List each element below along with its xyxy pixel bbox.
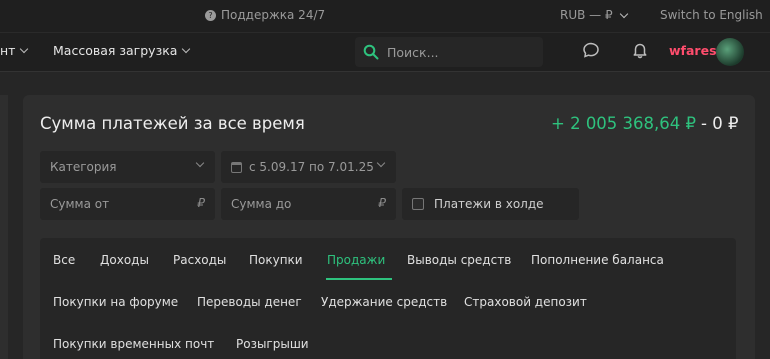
category-placeholder: Категория: [50, 160, 117, 174]
nav-item-partial-label: нт: [0, 43, 16, 58]
chevron-down-icon: [182, 44, 191, 54]
ruble-icon: ₽: [197, 196, 205, 210]
active-tab-indicator: [326, 278, 392, 280]
ruble-icon: ₽: [378, 196, 386, 210]
chevron-down-icon: [195, 158, 205, 168]
support-link[interactable]: ? Поддержка 24/7: [205, 8, 325, 22]
date-range-picker[interactable]: с 5.09.17 по 7.01.25: [221, 151, 396, 183]
support-label: Поддержка 24/7: [221, 8, 326, 22]
category-select[interactable]: Категория: [40, 151, 215, 183]
search-input[interactable]: [387, 44, 527, 60]
hold-label: Платежи в холде: [434, 197, 544, 211]
date-range-label: с 5.09.17 по 7.01.25: [249, 160, 374, 174]
tab-top-up[interactable]: Пополнение баланса: [531, 253, 664, 267]
chat-icon[interactable]: [582, 41, 600, 59]
tab-forum-purchases[interactable]: Покупки на форуме: [53, 295, 178, 309]
hold-checkbox[interactable]: [412, 198, 424, 210]
bell-icon[interactable]: [631, 41, 649, 59]
main-nav: нт Массовая загрузка wfares: [0, 32, 770, 72]
amount-to-field[interactable]: Сумма до ₽: [221, 188, 396, 220]
tab-income[interactable]: Доходы: [100, 253, 149, 267]
top-bar: ? Поддержка 24/7 RUB — ₽ Switch to Engli…: [0, 0, 770, 32]
transaction-tabs: Все Доходы Расходы Покупки Продажи Вывод…: [40, 238, 736, 359]
tab-all[interactable]: Все: [53, 253, 75, 267]
nav-item-bulk-upload-label: Массовая загрузка: [53, 43, 178, 58]
total-outgoing: - 0 ₽: [701, 114, 739, 133]
amount-from-field[interactable]: Сумма от ₽: [40, 188, 215, 220]
amount-from-placeholder: Сумма от: [50, 197, 110, 211]
chevron-down-icon: [376, 158, 386, 168]
hold-payments-toggle[interactable]: Платежи в холде: [402, 188, 579, 220]
tab-temp-mail-purchases[interactable]: Покупки временных почт: [53, 337, 214, 351]
username[interactable]: wfares: [669, 43, 717, 58]
support-icon: ?: [205, 9, 216, 21]
avatar[interactable]: [716, 38, 744, 66]
currency-label: RUB — ₽: [560, 8, 613, 22]
amount-to-placeholder: Сумма до: [231, 197, 292, 211]
calendar-icon: [231, 161, 242, 173]
left-panel-edge: [0, 95, 8, 359]
nav-item-bulk-upload[interactable]: Массовая загрузка: [53, 43, 191, 58]
tab-purchases[interactable]: Покупки: [249, 253, 303, 267]
nav-item-partial[interactable]: нт: [0, 43, 29, 58]
total-income: + 2 005 368,64 ₽: [551, 114, 697, 133]
chevron-down-icon: [619, 9, 628, 18]
tab-insurance-deposit[interactable]: Страховой депозит: [464, 295, 587, 309]
tab-transfers[interactable]: Переводы денег: [197, 295, 302, 309]
language-switch[interactable]: Switch to English: [660, 8, 763, 22]
search-icon: [363, 44, 379, 60]
search-box[interactable]: [355, 37, 543, 67]
tab-giveaways[interactable]: Розыгрыши: [236, 337, 309, 351]
payments-panel: Сумма платежей за все время + 2 005 368,…: [23, 95, 755, 359]
page-title: Сумма платежей за все время: [40, 114, 305, 133]
chevron-down-icon: [20, 44, 29, 54]
tab-expenses[interactable]: Расходы: [173, 253, 226, 267]
currency-selector[interactable]: RUB — ₽: [560, 8, 628, 22]
tab-holds[interactable]: Удержание средств: [321, 295, 447, 309]
tab-sales[interactable]: Продажи: [327, 253, 385, 267]
tab-withdrawals[interactable]: Выводы средств: [407, 253, 511, 267]
